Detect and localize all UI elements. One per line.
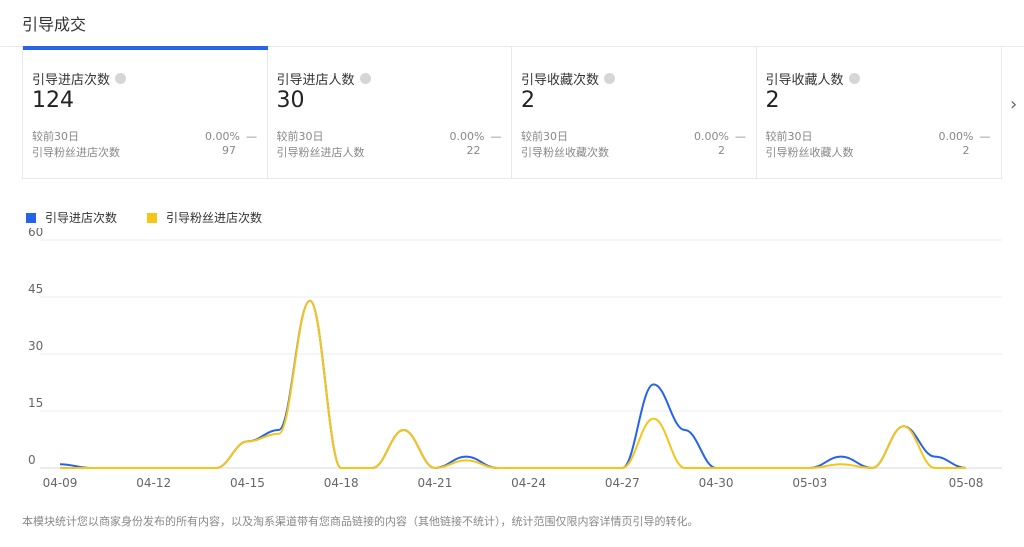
sub-metric-label: 引导粉丝收藏人数 (765, 146, 854, 159)
trend-flat-icon: — (979, 129, 991, 143)
card-value: 124 (32, 88, 74, 113)
legend-item-series-2[interactable]: 引导粉丝进店次数 (147, 209, 262, 226)
card-value: 30 (276, 88, 305, 113)
compare-value: 0.00% (449, 129, 485, 143)
section-header: 引导成交 (0, 0, 1024, 47)
x-tick-label: 04-30 (699, 476, 734, 490)
sub-metric-row: 引导粉丝收藏次数 2 (521, 144, 745, 160)
series-line-2 (60, 299, 966, 469)
trend-flat-icon: — (246, 129, 257, 143)
card-value: 2 (765, 88, 780, 113)
card-title: 引导进店人数 (277, 69, 371, 88)
x-tick-label: 05-03 (792, 476, 827, 490)
compare-row: 较前30日 0.00% — (32, 128, 257, 144)
compare-label: 较前30日 (521, 130, 568, 143)
legend-label: 引导进店次数 (45, 211, 118, 225)
sub-metric-value: 97 (222, 144, 236, 157)
metric-card-favorite-users[interactable]: 引导收藏人数 2 较前30日 0.00% — 引导粉丝收藏人数 2 (757, 46, 1002, 178)
compare-label: 较前30日 (276, 130, 324, 143)
chevron-right-icon[interactable]: › (1010, 96, 1022, 114)
card-title-label: 引导进店人数 (276, 73, 355, 88)
y-tick-label: 0 (28, 453, 36, 467)
help-icon[interactable] (359, 73, 371, 84)
series-line-1 (59, 299, 967, 469)
compare-label: 较前30日 (32, 130, 79, 143)
sub-metric-row: 引导粉丝进店次数 97 (32, 144, 256, 160)
compare-value: 0.00% (694, 129, 729, 143)
compare-row: 较前30日 0.00% — (765, 128, 991, 144)
compare-value: 0.00% (205, 129, 240, 143)
card-title: 引导收藏次数 (521, 69, 616, 88)
footnote: 本模块统计您以商家身份发布的所有内容，以及淘系渠道带有您商品链接的内容（其他链接… (22, 515, 699, 528)
line-chart: 0 15 30 45 60 04-09 04-12 04-15 04-18 04-21 04-24 0… (28, 228, 1002, 490)
compare-row: 较前30日 0.00% — (521, 128, 746, 144)
x-tick-label: 04-21 (417, 476, 452, 490)
compare-row: 较前30日 0.00% — (276, 128, 502, 144)
metric-card-favorites[interactable]: 引导收藏次数 2 较前30日 0.00% — 引导粉丝收藏次数 2 (512, 46, 757, 178)
legend-label: 引导粉丝进店次数 (166, 211, 263, 225)
metric-cards: 引导进店次数 124 较前30日 0.00% — 引导粉丝进店次数 97 引导进店… (22, 46, 1002, 179)
card-title: 引导收藏人数 (766, 69, 860, 88)
card-title-label: 引导收藏次数 (521, 73, 600, 88)
card-title-label: 引导收藏人数 (765, 73, 844, 88)
help-icon[interactable] (604, 73, 616, 84)
sub-metric-value: 2 (962, 144, 970, 157)
trend-flat-icon: — (490, 129, 502, 143)
x-tick-label: 04-18 (324, 476, 359, 490)
sub-metric-row: 引导粉丝进店人数 22 (277, 144, 501, 160)
page-title: 引导成交 (22, 15, 87, 34)
x-tick-label: 04-09 (43, 476, 78, 490)
chart-legend: 引导进店次数 引导粉丝进店次数 (26, 209, 292, 226)
sub-metric-label: 引导粉丝收藏次数 (521, 146, 609, 159)
x-tick-label: 04-24 (511, 476, 546, 490)
card-title: 引导进店次数 (32, 69, 127, 88)
trend-flat-icon: — (735, 129, 746, 143)
help-icon[interactable] (115, 73, 127, 84)
x-tick-label: 04-12 (136, 476, 171, 490)
sub-metric-value: 22 (466, 144, 481, 157)
sub-metric-label: 引导粉丝进店次数 (32, 146, 120, 159)
x-tick-label: 05-08 (949, 476, 984, 490)
card-title-label: 引导进店次数 (32, 73, 111, 88)
x-tick-label: 04-15 (230, 476, 265, 490)
legend-swatch (26, 212, 36, 223)
legend-swatch (147, 212, 158, 223)
help-icon[interactable] (848, 73, 860, 84)
y-tick-label: 60 (28, 228, 43, 239)
metric-card-visits[interactable]: 引导进店次数 124 较前30日 0.00% — 引导粉丝进店次数 97 (23, 46, 268, 178)
sub-metric-row: 引导粉丝收藏人数 2 (766, 144, 990, 160)
y-tick-label: 30 (28, 339, 43, 353)
sub-metric-label: 引导粉丝进店人数 (276, 146, 365, 159)
compare-value: 0.00% (938, 129, 974, 143)
x-tick-label: 04-27 (605, 476, 640, 490)
sub-metric-value: 2 (718, 144, 725, 157)
legend-item-series-1[interactable]: 引导进店次数 (26, 209, 117, 226)
card-value: 2 (521, 88, 535, 113)
compare-label: 较前30日 (765, 130, 813, 143)
y-tick-label: 45 (28, 282, 43, 296)
y-tick-label: 15 (28, 396, 43, 410)
metric-card-visitors[interactable]: 引导进店人数 30 较前30日 0.00% — 引导粉丝进店人数 22 (268, 46, 512, 178)
